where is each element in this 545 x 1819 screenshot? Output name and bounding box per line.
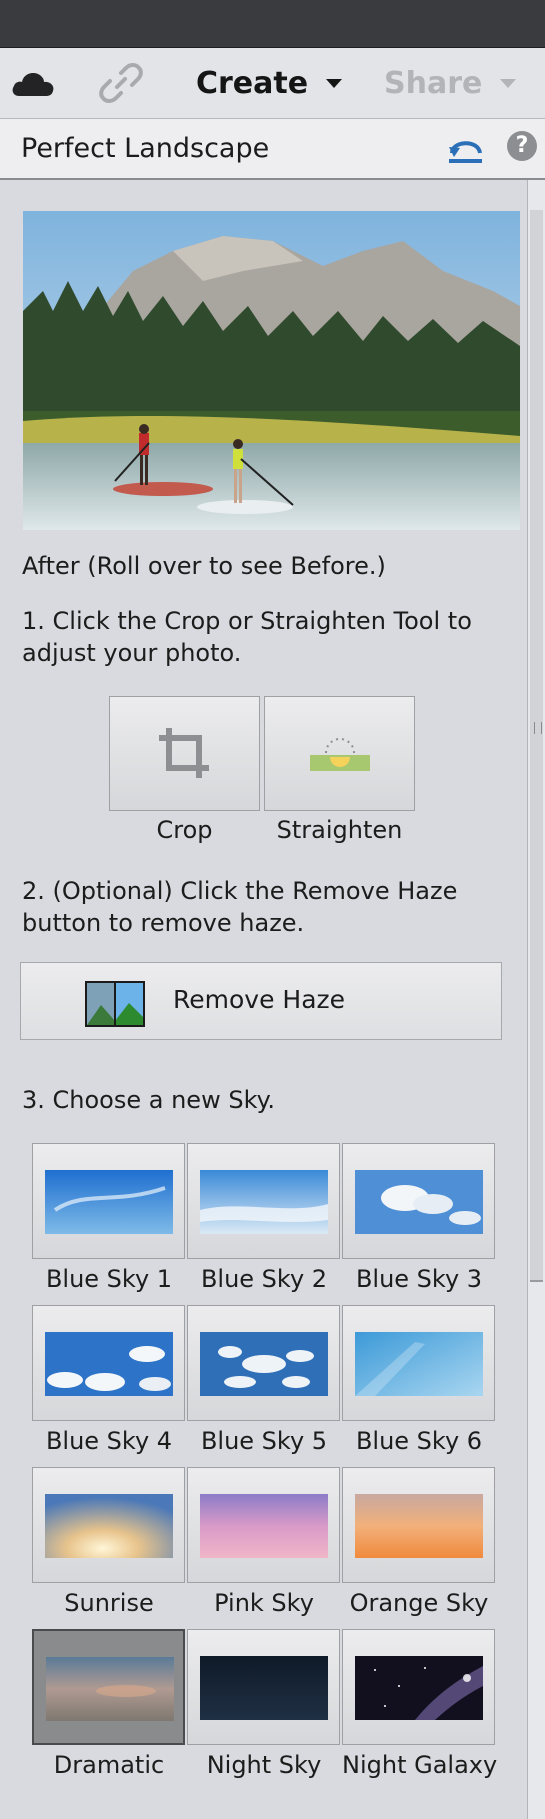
sky-label: Blue Sky 6 xyxy=(355,1427,483,1455)
sky-option-blue-sky-1[interactable]: Blue Sky 1 xyxy=(32,1143,186,1293)
crop-button[interactable] xyxy=(109,696,260,811)
panel-title: Perfect Landscape xyxy=(21,133,270,164)
sky-option-dramatic[interactable]: Dramatic xyxy=(32,1629,186,1779)
crop-label: Crop xyxy=(156,816,213,844)
remove-haze-label: Remove Haze xyxy=(173,985,346,1014)
sky-label: Blue Sky 4 xyxy=(45,1427,173,1455)
straighten-label: Straighten xyxy=(276,816,403,844)
share-menu-label: Share xyxy=(384,65,483,101)
sky-thumbnail xyxy=(355,1332,483,1396)
sky-option-night-sky[interactable]: Night Sky xyxy=(187,1629,341,1779)
straighten-button[interactable] xyxy=(264,696,415,811)
sky-thumbnail xyxy=(45,1494,173,1558)
sky-label: Blue Sky 1 xyxy=(45,1265,173,1293)
straighten-icon xyxy=(309,737,370,771)
sky-option-blue-sky-6[interactable]: Blue Sky 6 xyxy=(342,1305,496,1455)
sky-option-sunrise[interactable]: Sunrise xyxy=(32,1467,186,1617)
link-icon[interactable] xyxy=(98,58,144,108)
sky-option-pink-sky[interactable]: Pink Sky xyxy=(187,1467,341,1617)
sky-thumbnail xyxy=(200,1494,328,1558)
sky-label: Blue Sky 3 xyxy=(355,1265,483,1293)
sky-label: Night Galaxy xyxy=(342,1751,498,1779)
panel-scrollbar[interactable] xyxy=(527,180,545,1819)
chevron-down-icon xyxy=(326,78,343,88)
sky-label: Sunrise xyxy=(64,1589,154,1617)
sky-thumbnail xyxy=(45,1332,173,1396)
sky-label: Blue Sky 2 xyxy=(200,1265,328,1293)
sky-thumbnail xyxy=(355,1494,483,1558)
sky-option-blue-sky-5[interactable]: Blue Sky 5 xyxy=(187,1305,341,1455)
sky-label: Orange Sky xyxy=(349,1589,489,1617)
cloud-icon[interactable] xyxy=(10,58,55,108)
window-title-bar xyxy=(0,0,545,48)
sky-label: Blue Sky 5 xyxy=(200,1427,328,1455)
panel-header: Perfect Landscape ? xyxy=(0,119,545,180)
sky-thumbnail xyxy=(200,1656,328,1720)
share-menu[interactable]: Share xyxy=(384,62,517,104)
step1-instructions: 1. Click the Crop or Straighten Tool to … xyxy=(22,607,472,667)
sky-option-blue-sky-2[interactable]: Blue Sky 2 xyxy=(187,1143,341,1293)
sky-thumbnail xyxy=(45,1170,173,1234)
sky-thumbnail xyxy=(355,1170,483,1234)
sky-option-night-galaxy[interactable]: Night Galaxy xyxy=(342,1629,498,1779)
sky-label: Dramatic xyxy=(53,1751,165,1779)
grip-icon xyxy=(534,722,542,734)
sky-option-blue-sky-4[interactable]: Blue Sky 4 xyxy=(32,1305,186,1455)
remove-haze-icon xyxy=(85,981,145,1027)
step2-instructions: 2. (Optional) Click the Remove Haze butt… xyxy=(22,877,458,937)
panel-content: After (Roll over to see Before.) 1. Clic… xyxy=(0,180,527,1819)
create-menu-label: Create xyxy=(196,65,309,101)
sky-label: Night Sky xyxy=(206,1751,322,1779)
preview-photo[interactable] xyxy=(23,211,520,530)
create-menu[interactable]: Create xyxy=(196,62,343,104)
undo-icon[interactable] xyxy=(447,133,485,165)
help-icon[interactable]: ? xyxy=(507,131,537,161)
preview-caption: After (Roll over to see Before.) xyxy=(22,552,386,580)
chevron-down-icon xyxy=(500,78,517,88)
step3-instructions: 3. Choose a new Sky. xyxy=(22,1086,276,1114)
sky-thumbnail xyxy=(200,1170,328,1234)
sky-thumbnail xyxy=(46,1657,174,1721)
sky-option-orange-sky[interactable]: Orange Sky xyxy=(342,1467,496,1617)
crop-icon xyxy=(158,727,209,778)
sky-thumbnail xyxy=(355,1656,483,1720)
scrollbar-thumb[interactable] xyxy=(530,210,543,1282)
sky-label: Pink Sky xyxy=(214,1589,314,1617)
top-toolbar: Create Share xyxy=(0,48,545,119)
remove-haze-button[interactable]: Remove Haze xyxy=(20,962,502,1040)
sky-option-blue-sky-3[interactable]: Blue Sky 3 xyxy=(342,1143,496,1293)
sky-thumbnail xyxy=(200,1332,328,1396)
